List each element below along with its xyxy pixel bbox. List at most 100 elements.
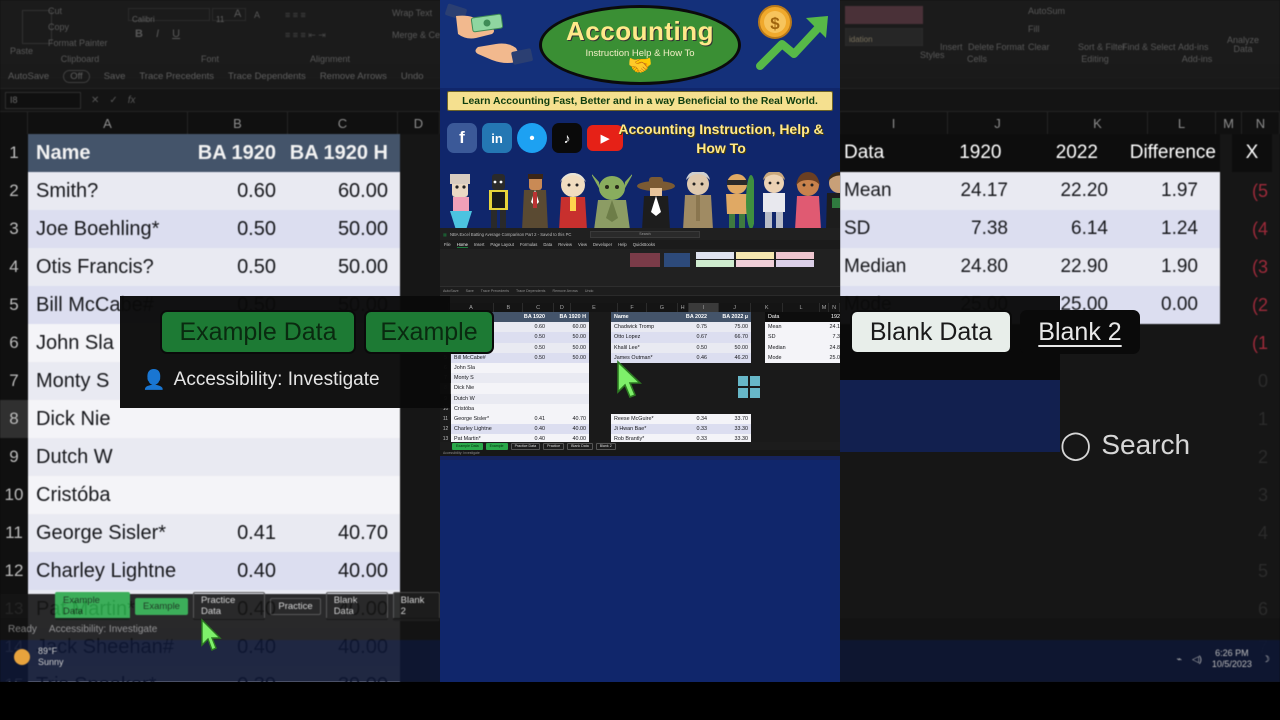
table-row[interactable]: George Sisler* 0.41 40.70 xyxy=(451,414,589,425)
col-header-A[interactable]: A xyxy=(28,112,188,134)
linkedin-icon[interactable]: in xyxy=(482,123,512,153)
twitter-icon[interactable]: • xyxy=(517,123,547,153)
cell-N1[interactable]: X xyxy=(1232,134,1272,172)
table-row[interactable]: Chadwick Tromp 0.75 75.00 xyxy=(611,322,751,333)
autosave-toggle[interactable]: Off xyxy=(63,69,90,83)
table-row[interactable]: Charley Lightne 0.40 40.00 xyxy=(451,424,589,435)
insert-cells-button[interactable]: Insert xyxy=(940,42,963,52)
network-icon[interactable]: ⌁ xyxy=(1177,654,1182,665)
inner-col-B[interactable]: B xyxy=(494,303,524,312)
inner-col-D[interactable]: D xyxy=(554,303,571,312)
inner-autosave[interactable]: AutoSave xyxy=(443,289,459,293)
table-row[interactable]: SD 7.38 6.14 1.24 xyxy=(840,210,1220,248)
col-header-K[interactable]: K xyxy=(1048,112,1148,134)
table-row[interactable]: Dutch W xyxy=(451,393,589,404)
inner-col-G[interactable]: G xyxy=(647,303,678,312)
copy-button[interactable]: Copy xyxy=(48,22,69,32)
row-header-1[interactable]: 1 xyxy=(0,134,28,172)
inner-trace-dependents[interactable]: Trace Dependents xyxy=(516,289,545,293)
col-header-C[interactable]: C xyxy=(288,112,398,134)
weather-widget[interactable]: 89°F Sunny xyxy=(14,646,64,668)
inner-tab-practice[interactable]: Practice xyxy=(543,442,565,450)
save-button[interactable]: Save xyxy=(104,71,126,82)
table-row[interactable]: Name BA 2022 BA 2022 µ xyxy=(611,312,751,323)
zoom-button-example-data[interactable]: Example Data xyxy=(160,310,356,354)
cut-button[interactable]: Cut xyxy=(48,6,62,16)
col-header-I[interactable]: I xyxy=(840,112,948,134)
find-select-button[interactable]: Find & Select xyxy=(1122,42,1176,52)
insert-function-icon[interactable]: fx xyxy=(128,95,136,106)
inner-col-M[interactable]: M xyxy=(820,303,830,312)
inner-col-K[interactable]: K xyxy=(751,303,784,312)
zoom-search-box[interactable]: ◯ Search xyxy=(1060,428,1190,461)
row-header-11[interactable]: 11 xyxy=(0,514,28,552)
inner-row-header-11[interactable]: 11 xyxy=(440,414,451,424)
facebook-icon[interactable]: f xyxy=(447,123,477,153)
table-row[interactable]: Mode 25.00 25.00 0.00 xyxy=(765,352,840,363)
table-row[interactable]: Data 1920 2022 Difference xyxy=(765,312,840,323)
trace-dependents-button[interactable]: Trace Dependents xyxy=(228,71,306,82)
table-row[interactable]: Khalil Lee* 0.50 50.00 xyxy=(611,342,751,353)
row-header-9[interactable]: 9 xyxy=(0,438,28,476)
name-box[interactable]: I8 xyxy=(5,91,81,109)
analyze-data-button[interactable]: Analyze Data xyxy=(1222,36,1264,54)
inner-tab-blank-2[interactable]: Blank 2 xyxy=(595,442,616,450)
inner-col-J[interactable]: J xyxy=(719,303,752,312)
increase-font-icon[interactable]: A xyxy=(234,8,241,20)
row-header-3[interactable]: 3 xyxy=(0,210,28,248)
inner-tab-practice-data[interactable]: Practice Data xyxy=(510,442,541,450)
row-header-12[interactable]: 12 xyxy=(0,552,28,590)
autosum-button[interactable]: AutoSum xyxy=(1028,6,1065,16)
tiktok-icon[interactable]: ♪ xyxy=(552,123,582,153)
inner-col-E[interactable]: E xyxy=(571,303,619,312)
windows-start-icon[interactable] xyxy=(738,376,760,398)
italic-button[interactable]: I xyxy=(156,28,159,40)
sheet-tab-practice[interactable]: Practice xyxy=(270,597,321,615)
inner-tab-file[interactable]: File xyxy=(444,242,451,247)
row-header-8[interactable]: 8 xyxy=(0,400,28,438)
inner-tab-quickbooks[interactable]: QuickBooks xyxy=(633,242,655,247)
row-header-4[interactable]: 4 xyxy=(0,248,28,286)
row-header-7[interactable]: 7 xyxy=(0,362,28,400)
confirm-formula-icon[interactable]: ✓ xyxy=(109,95,117,106)
row-header-5[interactable]: 5 xyxy=(0,286,28,324)
table-row[interactable]: Name BA 1920 BA 1920 H xyxy=(28,134,400,172)
sheet-tab-blank-2[interactable]: Blank 2 xyxy=(392,591,440,621)
inner-col-I[interactable]: I xyxy=(688,303,720,312)
inner-col-L[interactable]: L xyxy=(783,303,820,312)
table-row[interactable]: Median 24.80 22.90 1.90 xyxy=(840,248,1220,286)
table-row[interactable]: Otto Lopez 0.67 66.70 xyxy=(611,332,751,343)
sheet-tab-practice-data[interactable]: Practice Data xyxy=(192,592,266,620)
col-header-N[interactable]: N xyxy=(1242,112,1280,134)
bold-button[interactable]: B xyxy=(135,28,143,40)
zoom-button-blank-2[interactable]: Blank 2 xyxy=(1020,310,1140,354)
clear-button[interactable]: Clear xyxy=(1028,42,1050,52)
table-row[interactable]: Median 24.80 22.90 1.90 xyxy=(765,342,840,353)
inner-tab-blank-data[interactable]: Blank Data xyxy=(567,442,593,450)
table-row[interactable]: Mean 24.17 22.20 1.97 xyxy=(840,172,1220,210)
undo-button[interactable]: Undo xyxy=(401,71,424,82)
table-row[interactable]: John Sla xyxy=(451,363,589,374)
inner-tab-view[interactable]: View xyxy=(578,242,587,247)
table-row[interactable]: Data 1920 2022 xyxy=(840,134,1110,172)
col-header-D[interactable]: D xyxy=(398,112,440,134)
table-row[interactable]: Joe Boehling* 0.50 50.00 xyxy=(28,210,400,248)
style-swatch-2[interactable]: idation xyxy=(845,28,923,46)
inner-tab-data[interactable]: Data xyxy=(543,242,552,247)
zoom-button-blank-data[interactable]: Blank Data xyxy=(850,310,1012,354)
inner-tab-insert[interactable]: Insert xyxy=(474,242,484,247)
inner-col-N[interactable]: N xyxy=(829,303,840,312)
delete-cells-button[interactable]: Delete xyxy=(968,42,994,52)
add-ins-button[interactable]: Add-ins xyxy=(1178,42,1209,52)
sort-filter-button[interactable]: Sort & Filter xyxy=(1078,42,1126,52)
inner-tab-review[interactable]: Review xyxy=(558,242,572,247)
style-swatch[interactable] xyxy=(845,6,923,24)
cell-L1[interactable]: Difference xyxy=(1110,134,1220,172)
table-row[interactable]: Ji Hwan Bae* 0.33 33.30 xyxy=(611,424,751,435)
inner-save[interactable]: Save xyxy=(466,289,474,293)
status-accessibility[interactable]: Accessibility: Investigate xyxy=(49,624,157,635)
row-header-10[interactable]: 10 xyxy=(0,476,28,514)
sheet-tab-blank-data[interactable]: Blank Data xyxy=(325,592,388,620)
inner-tab-help[interactable]: Help xyxy=(618,242,627,247)
table-row[interactable]: Cristóba xyxy=(451,403,589,414)
